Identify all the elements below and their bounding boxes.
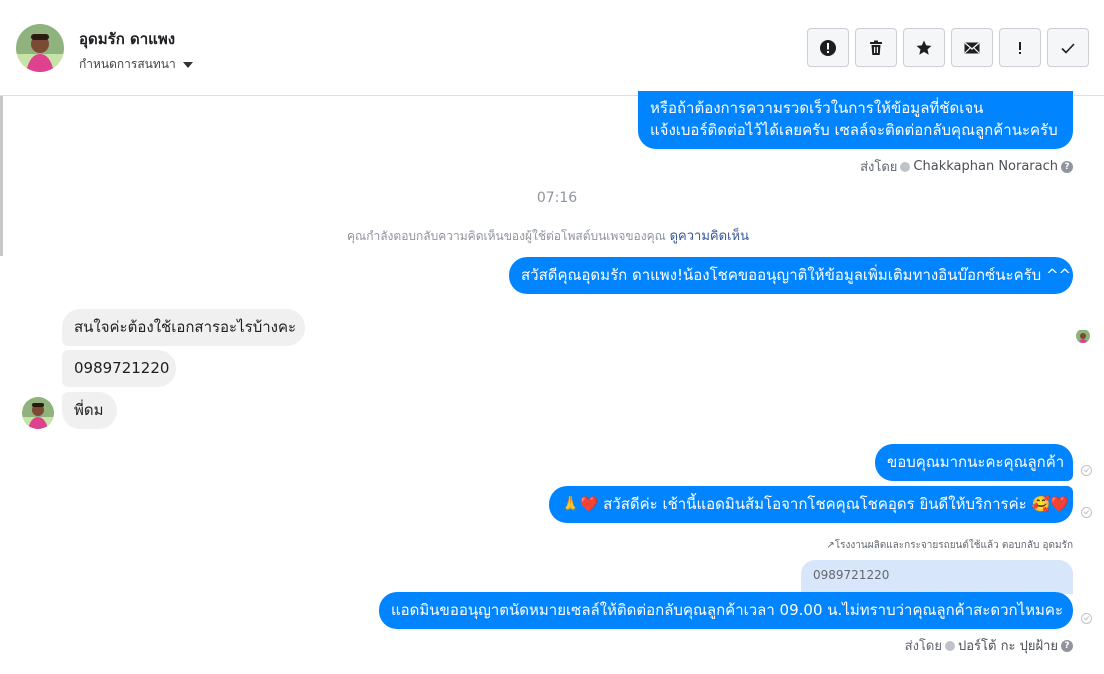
message-text-line: หรือถ้าต้องการความรวดเร็วในการให้ข้อมูลท… <box>650 99 984 117</box>
mail-icon <box>964 41 980 53</box>
mark-done-button[interactable] <box>1047 28 1089 67</box>
delivered-check-icon <box>1081 507 1092 518</box>
toolbar <box>807 28 1089 67</box>
sent-by-label: ส่งโดย <box>904 639 942 654</box>
important-icon <box>1019 41 1021 54</box>
time-separator: 07:16 <box>536 190 578 206</box>
message-text: ขอบคุณมากนะคะคุณลูกค้า <box>887 453 1065 471</box>
system-message: คุณกำลังตอบกลับความคิดเห็นของผู้ใช้ต่อโพ… <box>0 225 1096 246</box>
star-button[interactable] <box>903 28 945 67</box>
message-text: พี่ดม <box>74 401 104 419</box>
message-text-line: แจ้งเบอร์ติดต่อไว้ได้เลยครับ เซลล์จะติดต… <box>650 121 1058 139</box>
sent-by-meta: ส่งโดย ปอร์โต้ กะ ปุยฝ้าย ? <box>905 635 1073 656</box>
message-text: แอดมินขออนุญาตนัดหมายเซลล์ให้ติดต่อกลับค… <box>391 601 1064 619</box>
message-text: 0989721220 <box>74 359 170 377</box>
sender-avatar[interactable] <box>22 397 54 429</box>
message-outgoing[interactable]: หรือถ้าต้องการความรวดเร็วในการให้ข้อมูลท… <box>638 91 1073 149</box>
verified-icon <box>900 161 911 172</box>
conversation-header: อุดมรัก ดาแพง กำหนดการสนทนา <box>0 0 1104 96</box>
message-text: 🙏❤️ สวัสดีค่ะ เช้านี้แอดมินส้มโอจากโชคคุ… <box>561 495 1069 513</box>
message-outgoing[interactable]: ขอบคุณมากนะคะคุณลูกค้า <box>875 444 1073 481</box>
help-icon[interactable]: ? <box>1061 160 1073 173</box>
alert-icon <box>820 39 836 56</box>
contact-avatar[interactable] <box>16 24 64 72</box>
assign-label: กำหนดการสนทนา <box>79 57 176 71</box>
caret-down-icon <box>182 61 193 68</box>
verified-icon <box>945 640 955 651</box>
sent-by-meta: ส่งโดย Chakkaphan Norarach ? <box>860 156 1073 177</box>
assign-conversation-dropdown[interactable]: กำหนดการสนทนา <box>79 55 193 74</box>
message-outgoing[interactable]: 🙏❤️ สวัสดีค่ะ เช้านี้แอดมินส้มโอจากโชคคุ… <box>549 486 1073 523</box>
help-icon[interactable]: ? <box>1061 639 1073 652</box>
message-incoming[interactable]: สนใจค่ะต้องใช้เอกสารอะไรบ้างคะ <box>62 309 305 346</box>
view-comment-link[interactable]: ดูความคิดเห็น <box>670 229 749 244</box>
mark-important-button[interactable] <box>999 28 1041 67</box>
delivered-check-icon <box>1081 465 1092 476</box>
quoted-text: 0989721220 <box>813 568 890 582</box>
message-outgoing[interactable]: สวัสดีคุณอุดมรัก ดาแพง!น้องโชคขออนุญาติใ… <box>509 257 1073 294</box>
contact-name[interactable]: อุดมรัก ดาแพง <box>79 27 175 51</box>
quoted-message[interactable]: 0989721220 <box>801 560 1073 594</box>
message-text: สวัสดีคุณอุดมรัก ดาแพง!น้องโชคขออนุญาติใ… <box>521 266 1072 284</box>
message-incoming[interactable]: 0989721220 <box>62 350 176 387</box>
seen-avatar <box>1076 329 1090 343</box>
check-icon <box>1061 42 1075 54</box>
mark-spam-button[interactable] <box>807 28 849 67</box>
sent-by-label: ส่งโดย <box>860 160 898 175</box>
sender-name: ปอร์โต้ กะ ปุยฝ้าย <box>958 639 1058 654</box>
trash-icon <box>870 40 882 55</box>
star-icon <box>916 40 932 55</box>
sender-name: Chakkaphan Norarach <box>913 159 1058 174</box>
delivered-check-icon <box>1081 613 1092 624</box>
system-text: คุณกำลังตอบกลับความคิดเห็นของผู้ใช้ต่อโพ… <box>347 229 666 243</box>
mark-unread-button[interactable] <box>951 28 993 67</box>
message-text: สนใจค่ะต้องใช้เอกสารอะไรบ้างคะ <box>74 318 297 336</box>
reply-note: ↗โรงงานผลิตและกระจายรถยนต์ใช้แล้ว ตอบกลั… <box>826 540 1073 551</box>
delete-button[interactable] <box>855 28 897 67</box>
message-outgoing[interactable]: แอดมินขออนุญาตนัดหมายเซลล์ให้ติดต่อกลับค… <box>379 592 1073 629</box>
message-incoming[interactable]: พี่ดม <box>62 392 117 429</box>
